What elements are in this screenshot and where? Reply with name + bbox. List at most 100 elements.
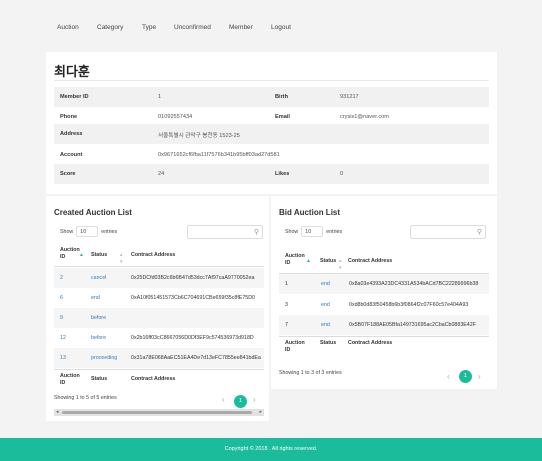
- score-value: 24: [158, 171, 165, 177]
- bid-length-select[interactable]: 10: [301, 226, 324, 237]
- member-id-value: 1: [158, 94, 162, 100]
- sort-asc-icon: ▲: [79, 252, 84, 258]
- entries-label: entries: [101, 228, 118, 235]
- status-link[interactable]: end: [321, 281, 330, 287]
- sort-icon: ▲ ▼: [338, 258, 343, 270]
- birth-value: 931217: [340, 94, 359, 100]
- created-table-header: Auction ID ▲ Status ▲ ▼ Contract Address: [46, 246, 269, 266]
- col-status[interactable]: Status: [320, 258, 336, 265]
- page-1-button[interactable]: 1: [234, 395, 247, 408]
- address-value: 서울특별시 관악구 봉천동 1523-25: [158, 133, 240, 139]
- bid-table-info: Showing 1 to 3 of 3 entries: [279, 370, 342, 376]
- sort-asc-icon: ▲: [306, 258, 311, 264]
- status-link[interactable]: end: [321, 302, 330, 308]
- next-page-button[interactable]: ›: [478, 372, 481, 381]
- created-table-info: Showing 1 to 5 of 5 entries: [54, 395, 117, 401]
- nav-logout[interactable]: Logout: [271, 24, 291, 31]
- account-label: Account: [60, 152, 83, 158]
- nav-category[interactable]: Category: [97, 24, 123, 31]
- foot-status: Status: [320, 340, 337, 346]
- header-rule: [54, 266, 264, 267]
- account-value: 0x9671652cf6fba11f7576b341b95bff03ad27d5…: [158, 152, 280, 158]
- bid-search-input[interactable]: ⚲: [410, 225, 486, 239]
- table-row: 2 cancel 0x25DCfd03B2c6b6B47d53dcc7Af97c…: [54, 268, 264, 288]
- bid-auction-title: Bid Auction List: [279, 208, 341, 217]
- auction-id: 1: [285, 281, 288, 287]
- auction-id-link[interactable]: 12: [60, 335, 66, 341]
- member-name: 최다훈: [54, 64, 90, 79]
- contract-address: 0x25DCfd03B2c6b6B47d53dcc7Af97caA9770052…: [131, 275, 255, 281]
- table-row: 13 proceeding 0x31a78E068AaEC51EA4De7d13…: [54, 348, 264, 368]
- foot-status: Status: [91, 376, 108, 382]
- status-link[interactable]: proceeding: [91, 355, 117, 361]
- phone-value: 01092557434: [158, 114, 193, 120]
- table-row: 1 end 0x8a03e4393A23DC4331A534bACd7BC222…: [279, 274, 489, 294]
- copyright-text: Copyright © 2018 . All rights reserved.: [224, 446, 318, 452]
- email-value: crysis1@naver.com: [340, 114, 389, 120]
- address-label: Address: [60, 131, 83, 137]
- nav-type[interactable]: Type: [142, 24, 156, 31]
- horizontal-scrollbar[interactable]: ◂ ▸: [54, 409, 264, 416]
- table-row: 3 end 0xd8b0d83f50458b6b3f0864f2c07F60c5…: [279, 295, 489, 315]
- created-auction-title: Created Auction List: [54, 208, 132, 217]
- created-table-footer: Auction ID Status Contract Address: [46, 370, 269, 390]
- divider: [54, 80, 489, 81]
- site-footer: Copyright © 2018 . All rights reserved.: [0, 438, 542, 461]
- member-profile-card: 최다훈 Member ID 1 Birth 931217 Phone 01092…: [46, 52, 497, 194]
- status-link[interactable]: before: [91, 335, 106, 341]
- contract-address: 0x2b16ff03cC8667056D0Df3EF9c574536973d91…: [131, 335, 254, 341]
- contract-address: 0xd8b0d83f50458b6b3f0864f2c07F60c57e404A…: [349, 302, 469, 308]
- table-row: 12 before 0x2b16ff03cC8667056D0Df3EF9c57…: [54, 328, 264, 348]
- col-status[interactable]: Status: [91, 252, 107, 259]
- status-link[interactable]: cancel: [91, 275, 106, 281]
- scroll-left-icon[interactable]: ◂: [56, 409, 59, 416]
- member-id-label: Member ID: [60, 94, 89, 100]
- nav-unconfirmed[interactable]: Unconfirmed: [174, 24, 211, 31]
- likes-label: Likes: [275, 171, 290, 177]
- auction-id-link[interactable]: 13: [60, 355, 66, 361]
- bid-table-header: Auction ID ▲ Status ▲ ▼ Contract Address: [271, 252, 497, 272]
- scroll-right-icon[interactable]: ▸: [259, 409, 262, 416]
- bid-length-control: Show 10 entries: [285, 226, 342, 237]
- col-contract-address[interactable]: Contract Address: [131, 252, 175, 259]
- show-label: Show: [60, 228, 74, 235]
- created-search-input[interactable]: ⚲: [187, 225, 263, 239]
- status-link[interactable]: before: [91, 315, 106, 321]
- bid-auction-card: Bid Auction List Show 10 entries ⚲ Auction…: [271, 196, 497, 389]
- sort-icon: ▲ ▼: [119, 252, 124, 264]
- auction-id-link[interactable]: 2: [60, 275, 63, 281]
- search-icon: ⚲: [253, 229, 259, 236]
- prev-page-button[interactable]: ‹: [222, 395, 225, 404]
- next-page-button[interactable]: ›: [253, 395, 256, 404]
- info-row-address: Address 서울특별시 관악구 봉천동 1523-25: [54, 124, 489, 144]
- auction-id-link[interactable]: 6: [60, 295, 63, 301]
- show-label: Show: [285, 228, 299, 235]
- col-contract-address[interactable]: Contract Address: [348, 258, 392, 265]
- entries-label: entries: [326, 228, 343, 235]
- top-nav: Auction Category Type Unconfirmed Member…: [0, 0, 542, 52]
- contract-address: 0x5B07F188AE05Bfa149731695ac2CbaCb0883E4…: [349, 322, 476, 328]
- status-link[interactable]: end: [91, 295, 100, 301]
- score-label: Score: [60, 171, 76, 177]
- table-row: 6 end 0xA10f051451573Cb6C704691CBe659f35…: [54, 288, 264, 308]
- contract-address: 0x31a78E068AaEC51EA4De7d13eFC7855ee841bd…: [131, 355, 261, 361]
- nav-auction[interactable]: Auction: [57, 24, 79, 31]
- created-table-body: 2 cancel 0x25DCfd03B2c6b6B47d53dcc7Af97c…: [54, 268, 264, 368]
- page-1-button[interactable]: 1: [459, 370, 472, 383]
- email-label: Email: [275, 114, 290, 120]
- auction-id-link[interactable]: 9: [60, 315, 63, 321]
- created-length-select[interactable]: 10: [76, 226, 99, 237]
- created-length-control: Show 10 entries: [60, 226, 117, 237]
- table-row: 7 end 0x5B07F188AE05Bfa149731695ac2CbaCb…: [279, 315, 489, 335]
- scrollbar-thumb[interactable]: [62, 411, 252, 414]
- table-row: 9 before: [54, 308, 264, 328]
- info-row-account: Account 0x9671652cf6fba11f7576b341b95bff…: [54, 145, 489, 165]
- foot-auction-id: Auction ID: [285, 340, 305, 353]
- phone-label: Phone: [60, 114, 78, 120]
- nav-member[interactable]: Member: [229, 24, 253, 31]
- foot-auction-id: Auction ID: [60, 373, 80, 386]
- col-auction-id[interactable]: Auction ID: [285, 253, 307, 267]
- status-link[interactable]: end: [321, 322, 330, 328]
- created-auction-card: Created Auction List Show 10 entries ⚲ Auc…: [46, 196, 269, 421]
- prev-page-button[interactable]: ‹: [447, 372, 450, 381]
